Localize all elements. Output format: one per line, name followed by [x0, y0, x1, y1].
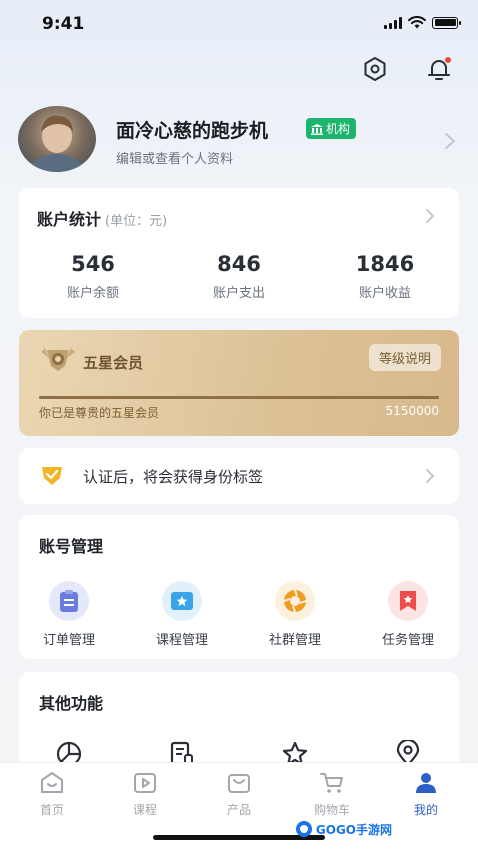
account-stats-title: 账户统计 (单位：元) — [37, 206, 167, 230]
tab-label: 产品 — [226, 803, 251, 817]
settings-button[interactable] — [360, 54, 390, 84]
top-actions — [360, 54, 454, 84]
verify-text: 认证后，将会获得身份标签 — [83, 468, 264, 486]
profile-name: 面冷心慈的跑步机 — [116, 120, 269, 142]
tab-label: 购物车 — [313, 803, 350, 817]
order-management-item[interactable]: 订单管理 — [19, 581, 119, 648]
grid-item-label: 社群管理 — [268, 633, 321, 648]
stat-value: 1846 — [355, 252, 415, 276]
stat-label: 账户余额 — [66, 286, 119, 301]
notification-button[interactable] — [424, 54, 454, 84]
grid-item-label: 课程管理 — [155, 633, 208, 648]
order-icon — [49, 581, 89, 621]
vip-card[interactable]: 五星会员 等级说明 你已是尊贵的五星会员 5150000 — [19, 330, 459, 436]
verified-badge-icon — [42, 467, 62, 485]
profile-header[interactable]: 面冷心慈的跑步机 机构 编辑或查看个人资料 — [18, 106, 460, 176]
vip-progress-fill — [39, 396, 439, 399]
avatar[interactable] — [18, 106, 96, 172]
video-icon — [134, 773, 156, 793]
task-management-item[interactable]: 任务管理 — [358, 581, 458, 648]
account-stats-unit: (单位：元) — [105, 214, 168, 229]
stat-value: 846 — [217, 252, 261, 276]
section-title: 账号管理 — [39, 537, 104, 556]
stat-label: 账户支出 — [212, 286, 265, 301]
vip-medal-icon — [41, 348, 75, 371]
org-badge-label: 机构 — [326, 122, 351, 136]
community-icon — [275, 581, 315, 621]
watermark-text: GOGO手游网 — [315, 822, 392, 837]
tab-label: 我的 — [413, 803, 438, 817]
status-time: 9:41 — [42, 14, 85, 34]
grid-item-label: 订单管理 — [42, 633, 95, 648]
institution-icon — [311, 123, 323, 135]
task-icon — [388, 581, 428, 621]
bag-icon — [228, 774, 250, 793]
signal-icon — [384, 16, 402, 29]
community-management-item[interactable]: 社群管理 — [245, 581, 345, 648]
course-management-item[interactable]: 课程管理 — [132, 581, 232, 648]
account-stats-card[interactable]: 账户统计 (单位：元) 546 账户余额 846 账户支出 1846 账户收益 — [19, 188, 459, 318]
cart-icon — [320, 773, 343, 793]
vip-title: 五星会员 — [83, 354, 144, 372]
stat-value: 546 — [71, 252, 115, 276]
wifi-icon — [408, 16, 426, 29]
watermark: GOGO手游网 — [295, 820, 392, 838]
tab-label: 课程 — [132, 803, 157, 817]
verify-banner[interactable]: 认证后，将会获得身份标签 — [19, 448, 459, 504]
tab-home[interactable]: 首页 — [17, 771, 87, 818]
tab-product[interactable]: 产品 — [204, 771, 274, 818]
vip-points: 5150000 — [385, 404, 439, 418]
section-title: 其他功能 — [39, 694, 104, 713]
chevron-right-icon — [445, 133, 456, 149]
account-stats-title-text: 账户统计 — [37, 210, 102, 229]
user-icon — [416, 773, 436, 793]
course-icon — [162, 581, 202, 621]
status-bar: 9:41 — [0, 0, 478, 48]
settings-icon — [364, 57, 386, 81]
tab-course[interactable]: 课程 — [110, 771, 180, 818]
chevron-right-icon — [426, 469, 435, 483]
org-badge: 机构 — [306, 118, 357, 139]
tab-cart[interactable]: 购物车 — [297, 771, 367, 818]
grid-item-label: 任务管理 — [381, 633, 434, 648]
vip-description: 你已是尊贵的五星会员 — [39, 406, 160, 420]
tab-mine[interactable]: 我的 — [391, 771, 461, 818]
stat-income[interactable]: 1846 账户收益 — [325, 252, 445, 301]
status-icons — [384, 16, 461, 29]
notification-dot — [444, 56, 452, 64]
tab-label: 首页 — [39, 803, 64, 817]
profile-subtitle: 编辑或查看个人资料 — [116, 152, 234, 167]
level-info-button[interactable]: 等级说明 — [368, 344, 441, 371]
stat-expense[interactable]: 846 账户支出 — [179, 252, 299, 301]
stat-balance[interactable]: 546 账户余额 — [33, 252, 153, 301]
chevron-right-icon — [426, 209, 435, 223]
battery-icon — [432, 16, 461, 29]
other-functions-card: 其他功能 — [19, 672, 459, 772]
stat-label: 账户收益 — [358, 286, 411, 301]
account-management-card: 账号管理 订单管理 课程管理 社群管理 任务管理 — [19, 515, 459, 659]
home-icon — [41, 772, 63, 793]
watermark-logo-icon — [295, 821, 312, 837]
vip-progress-bar — [39, 396, 439, 399]
